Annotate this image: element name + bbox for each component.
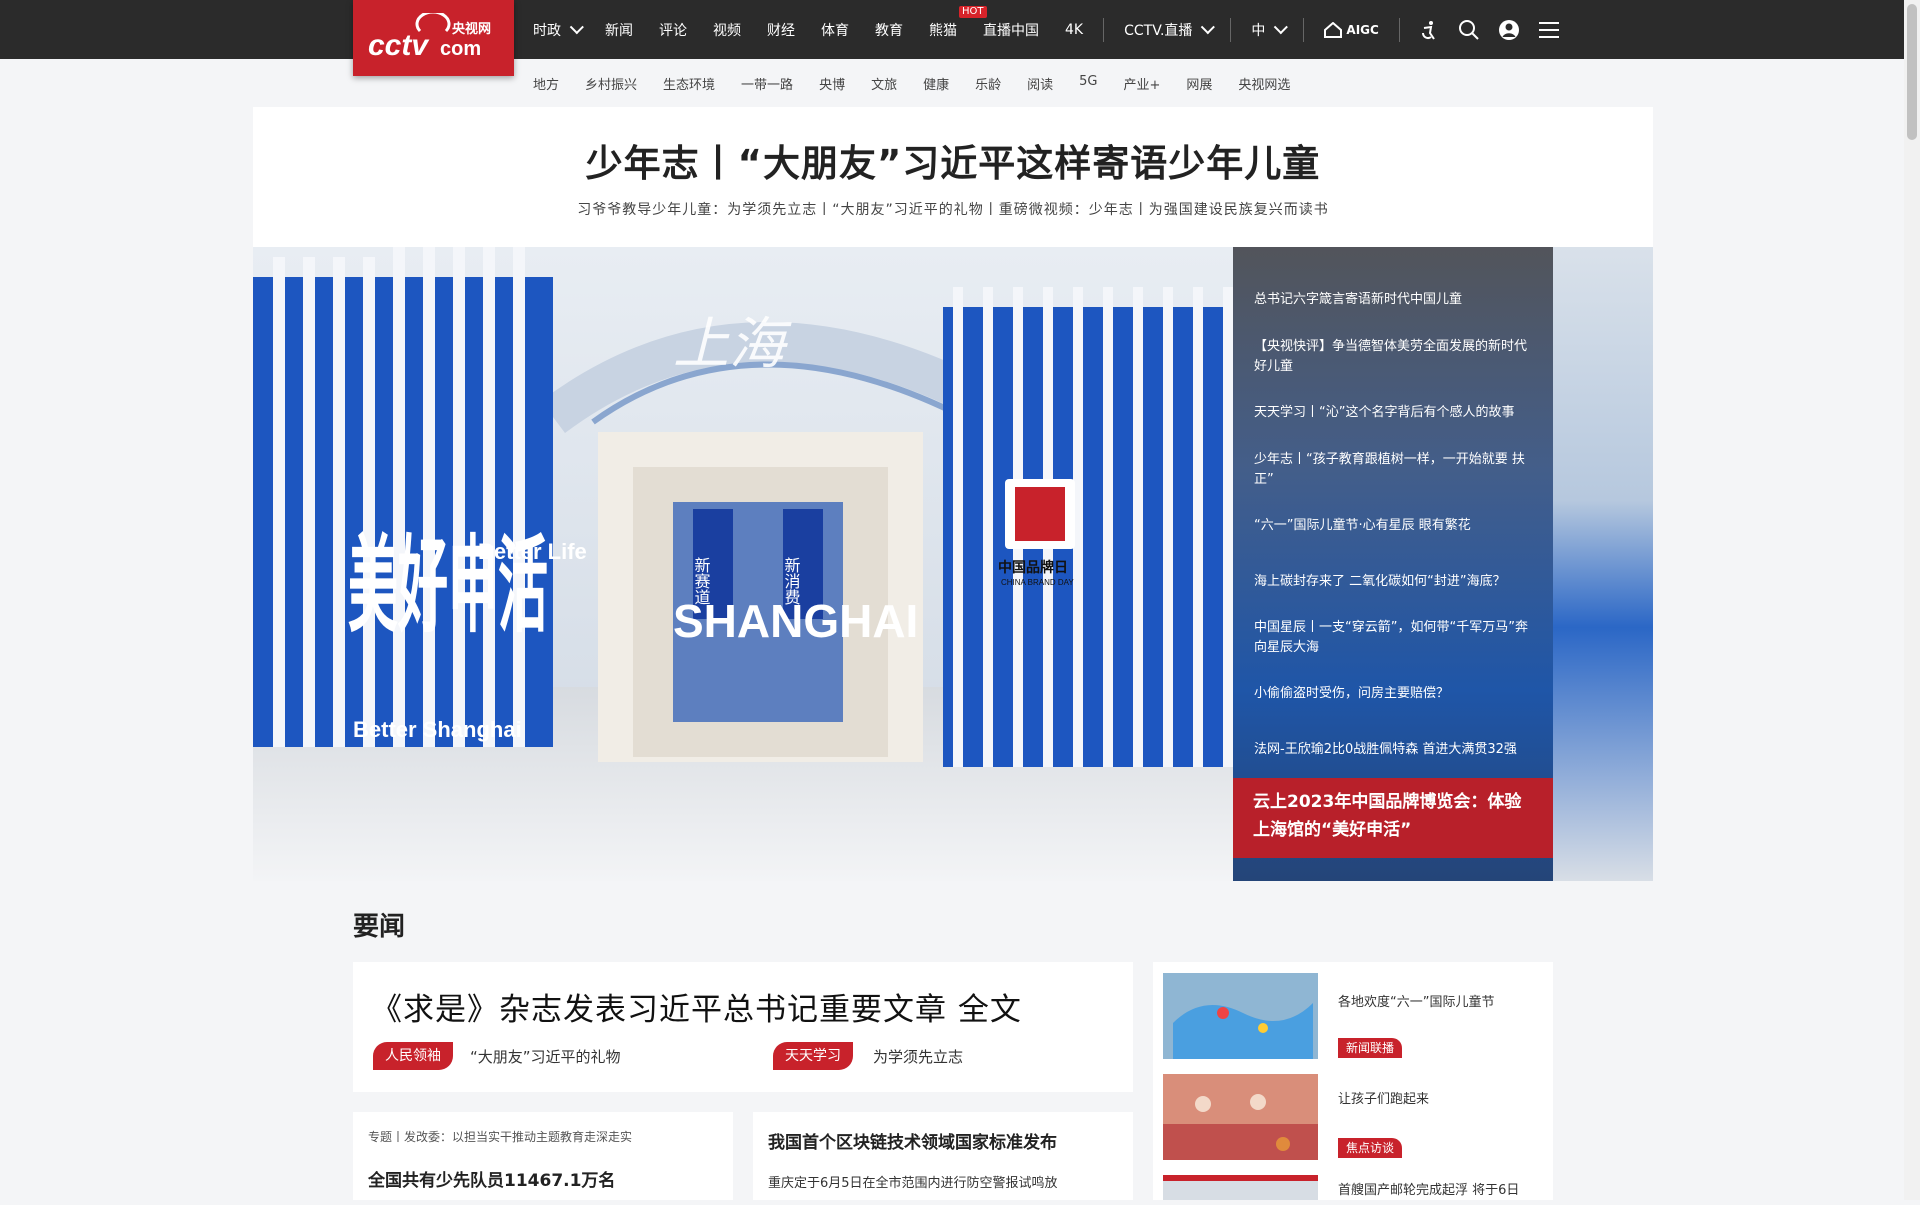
thumbnail-image — [1163, 973, 1318, 1059]
search-icon[interactable] — [1458, 19, 1480, 41]
thumbnail-image — [1163, 1175, 1318, 1200]
card-text[interactable]: 重庆定于6月5日在全市范围内进行防空警报试鸣放 — [768, 1172, 1058, 1191]
side-news-item[interactable]: 首艘国产邮轮完成起浮 将于6日 — [1163, 1175, 1543, 1205]
top-nav-bar: 时政 新闻 评论 视频 财经 体育 教育 熊猫 HOT 直播中国 4K CCTV.… — [0, 0, 1904, 59]
subnav-item[interactable]: 文旅 — [871, 74, 897, 93]
side-news-panel: 各地欢度“六一”国际儿童节 新闻联播 让孩子们跑起来 焦点访谈 首艘国产邮轮完成… — [1153, 962, 1553, 1200]
news-card-left: 专题丨发改委：以担当实干推动主题教育走深走实 全国共有少先队员11467.1万名 — [353, 1112, 733, 1200]
subnav-item[interactable]: 乐龄 — [975, 74, 1001, 93]
side-news-item[interactable]: 各地欢度“六一”国际儿童节 新闻联播 — [1163, 973, 1543, 1063]
chevron-down-icon — [1201, 19, 1216, 34]
nav-item-finance[interactable]: 财经 — [767, 20, 795, 40]
section-title: 要闻 — [353, 912, 406, 942]
subnav-item[interactable]: 央视网选 — [1238, 74, 1290, 93]
nav-item-news[interactable]: 新闻 — [605, 20, 633, 40]
subnav-item[interactable]: 地方 — [533, 74, 559, 93]
side-news-title[interactable]: 首艘国产邮轮完成起浮 将于6日 — [1338, 1179, 1519, 1198]
card-title[interactable]: 我国首个区块链技术领域国家标准发布 — [768, 1128, 1057, 1153]
subnav-item[interactable]: 网展 — [1186, 74, 1212, 93]
nav-divider — [1103, 17, 1105, 42]
hero-right-strip — [1553, 247, 1653, 881]
nav-item-live-china[interactable]: 直播中国 — [983, 20, 1039, 40]
headline-sub-link[interactable]: “大朋友”习近平的礼物 — [470, 1046, 621, 1067]
svg-text:cctv: cctv — [368, 29, 430, 62]
tag-daily-study[interactable]: 天天学习 — [773, 1042, 853, 1070]
user-icon[interactable] — [1498, 19, 1520, 41]
cctv-logo[interactable]: cctv com 央视网 — [353, 0, 514, 76]
language-select[interactable]: 中 — [1251, 19, 1289, 40]
nav-item-sports[interactable]: 体育 — [821, 20, 849, 40]
svg-text:Better Life: Better Life — [478, 539, 587, 564]
hero-list-item[interactable]: 中国星辰丨一支“穿云箭”，如何带“千军万马”奔向星辰大海 — [1254, 618, 1539, 658]
headline-card: 《求是》杂志发表习近平总书记重要文章 全文 人民领袖 “大朋友”习近平的礼物 天… — [353, 962, 1133, 1092]
hero-list-item[interactable]: 总书记六字箴言寄语新时代中国儿童 — [1254, 290, 1539, 310]
hero-list-item[interactable]: 天天学习丨“沁”这个名字背后有个感人的故事 — [1254, 403, 1539, 423]
aigc-link[interactable]: AIGC — [1324, 21, 1379, 38]
hero-image: 新赛道 新消费 SHANGHAI 上海 美好申活 Better Life Bet… — [253, 247, 1233, 881]
scrollbar-thumb[interactable] — [1907, 4, 1917, 140]
tag-jiaodian-fangtan[interactable]: 焦点访谈 — [1338, 1138, 1403, 1158]
home-icon — [1324, 21, 1343, 38]
nav-item-cctv-live[interactable]: CCTV.直播 — [1124, 19, 1216, 40]
nav-item-comment[interactable]: 评论 — [659, 20, 687, 40]
nav-item-4k[interactable]: 4K — [1065, 22, 1083, 38]
hero-banner[interactable]: 新赛道 新消费 SHANGHAI 上海 美好申活 Better Life Bet… — [253, 247, 1653, 881]
nav-item-panda[interactable]: 熊猫 HOT — [929, 5, 987, 40]
nav-item-video[interactable]: 视频 — [713, 20, 741, 40]
svg-text:中国品牌日: 中国品牌日 — [998, 559, 1068, 576]
subnav-item[interactable]: 产业+ — [1124, 74, 1161, 93]
subnav-item[interactable]: 5G — [1079, 74, 1097, 93]
hero-feature-item[interactable]: 云上2023年中国品牌博览会：体验上海馆的“美好申活” — [1233, 778, 1553, 858]
svg-text:CHINA BRAND DAY: CHINA BRAND DAY — [1001, 578, 1074, 587]
subnav-item[interactable]: 生态环境 — [663, 74, 715, 93]
menu-icon[interactable] — [1538, 21, 1560, 39]
svg-text:Better Shanghai: Better Shanghai — [353, 717, 522, 742]
subnav-item[interactable]: 一带一路 — [741, 74, 793, 93]
page-scrollbar[interactable] — [1904, 0, 1920, 1200]
main-nav: 时政 新闻 评论 视频 财经 体育 教育 熊猫 HOT 直播中国 4K CCTV.… — [533, 0, 1560, 59]
hot-badge: HOT — [959, 5, 987, 18]
nav-divider — [1303, 17, 1305, 42]
hero-list-item[interactable]: 少年志丨“孩子教育跟植树一样，一开始就要 扶正” — [1254, 450, 1539, 490]
accessibility-icon[interactable] — [1418, 19, 1440, 41]
hero-title[interactable]: 少年志丨“大朋友”习近平这样寄语少年儿童 — [253, 133, 1653, 187]
tag-xinwen-lianbo[interactable]: 新闻联播 — [1338, 1038, 1403, 1058]
svg-text:上海: 上海 — [673, 312, 792, 377]
subnav-item[interactable]: 阅读 — [1027, 74, 1053, 93]
hero-news-list: 总书记六字箴言寄语新时代中国儿童 【央视快评】争当德智体美劳全面发展的新时代好儿… — [1233, 247, 1553, 881]
side-news-item[interactable]: 让孩子们跑起来 焦点访谈 — [1163, 1074, 1543, 1164]
hero-subtitle-links[interactable]: 习爷爷教导少年儿童：为学须先立志丨“大朋友”习近平的礼物丨重磅微视频：少年志丨为… — [253, 199, 1653, 219]
headline-link[interactable]: 《求是》杂志发表习近平总书记重要文章 全文 — [371, 984, 1022, 1029]
side-news-title[interactable]: 让孩子们跑起来 — [1338, 1088, 1429, 1107]
nav-item-shizheng[interactable]: 时政 — [533, 19, 584, 40]
hero-list-item[interactable]: 小偷偷盗时受伤，问房主要赔偿？ — [1254, 684, 1539, 704]
svg-text:SHANGHAI: SHANGHAI — [673, 595, 918, 647]
hero-list-item[interactable]: 法网-王欣瑜2比0战胜佩特森 首进大满贯32强 — [1254, 740, 1539, 760]
subnav-item[interactable]: 乡村振兴 — [585, 74, 637, 93]
hero-list-item[interactable]: “六一”国际儿童节·心有星辰 眼有繁花 — [1254, 516, 1539, 536]
card-title[interactable]: 全国共有少先队员11467.1万名 — [368, 1166, 615, 1191]
nav-divider — [1230, 17, 1232, 42]
svg-text:com: com — [440, 38, 481, 60]
card-kicker[interactable]: 专题丨发改委：以担当实干推动主题教育走深走实 — [368, 1128, 632, 1145]
hero-list-item[interactable]: 【央视快评】争当德智体美劳全面发展的新时代好儿童 — [1254, 337, 1539, 377]
chevron-down-icon — [569, 19, 584, 34]
headline-sub-link[interactable]: 为学须先立志 — [873, 1046, 963, 1067]
cctv-logo-mark: cctv com 央视网 — [368, 13, 491, 62]
thumbnail-image — [1163, 1074, 1318, 1160]
hero-header: 少年志丨“大朋友”习近平这样寄语少年儿童 习爷爷教导少年儿童：为学须先立志丨“大… — [253, 107, 1653, 247]
svg-text:央视网: 央视网 — [452, 21, 491, 37]
chevron-down-icon — [1274, 19, 1289, 34]
nav-divider — [1398, 17, 1400, 42]
sub-nav: 地方 乡村振兴 生态环境 一带一路 央博 文旅 健康 乐龄 阅读 5G 产业+ … — [533, 74, 1316, 93]
hero-list-item[interactable]: 海上碳封存来了 二氧化碳如何“封进”海底？ — [1254, 572, 1539, 592]
subnav-item[interactable]: 健康 — [923, 74, 949, 93]
side-news-title[interactable]: 各地欢度“六一”国际儿童节 — [1338, 991, 1494, 1010]
tag-people-leader[interactable]: 人民领袖 — [373, 1042, 453, 1070]
news-card-right: 我国首个区块链技术领域国家标准发布 重庆定于6月5日在全市范围内进行防空警报试鸣… — [753, 1112, 1133, 1200]
subnav-item[interactable]: 央博 — [819, 74, 845, 93]
nav-item-education[interactable]: 教育 — [875, 20, 903, 40]
